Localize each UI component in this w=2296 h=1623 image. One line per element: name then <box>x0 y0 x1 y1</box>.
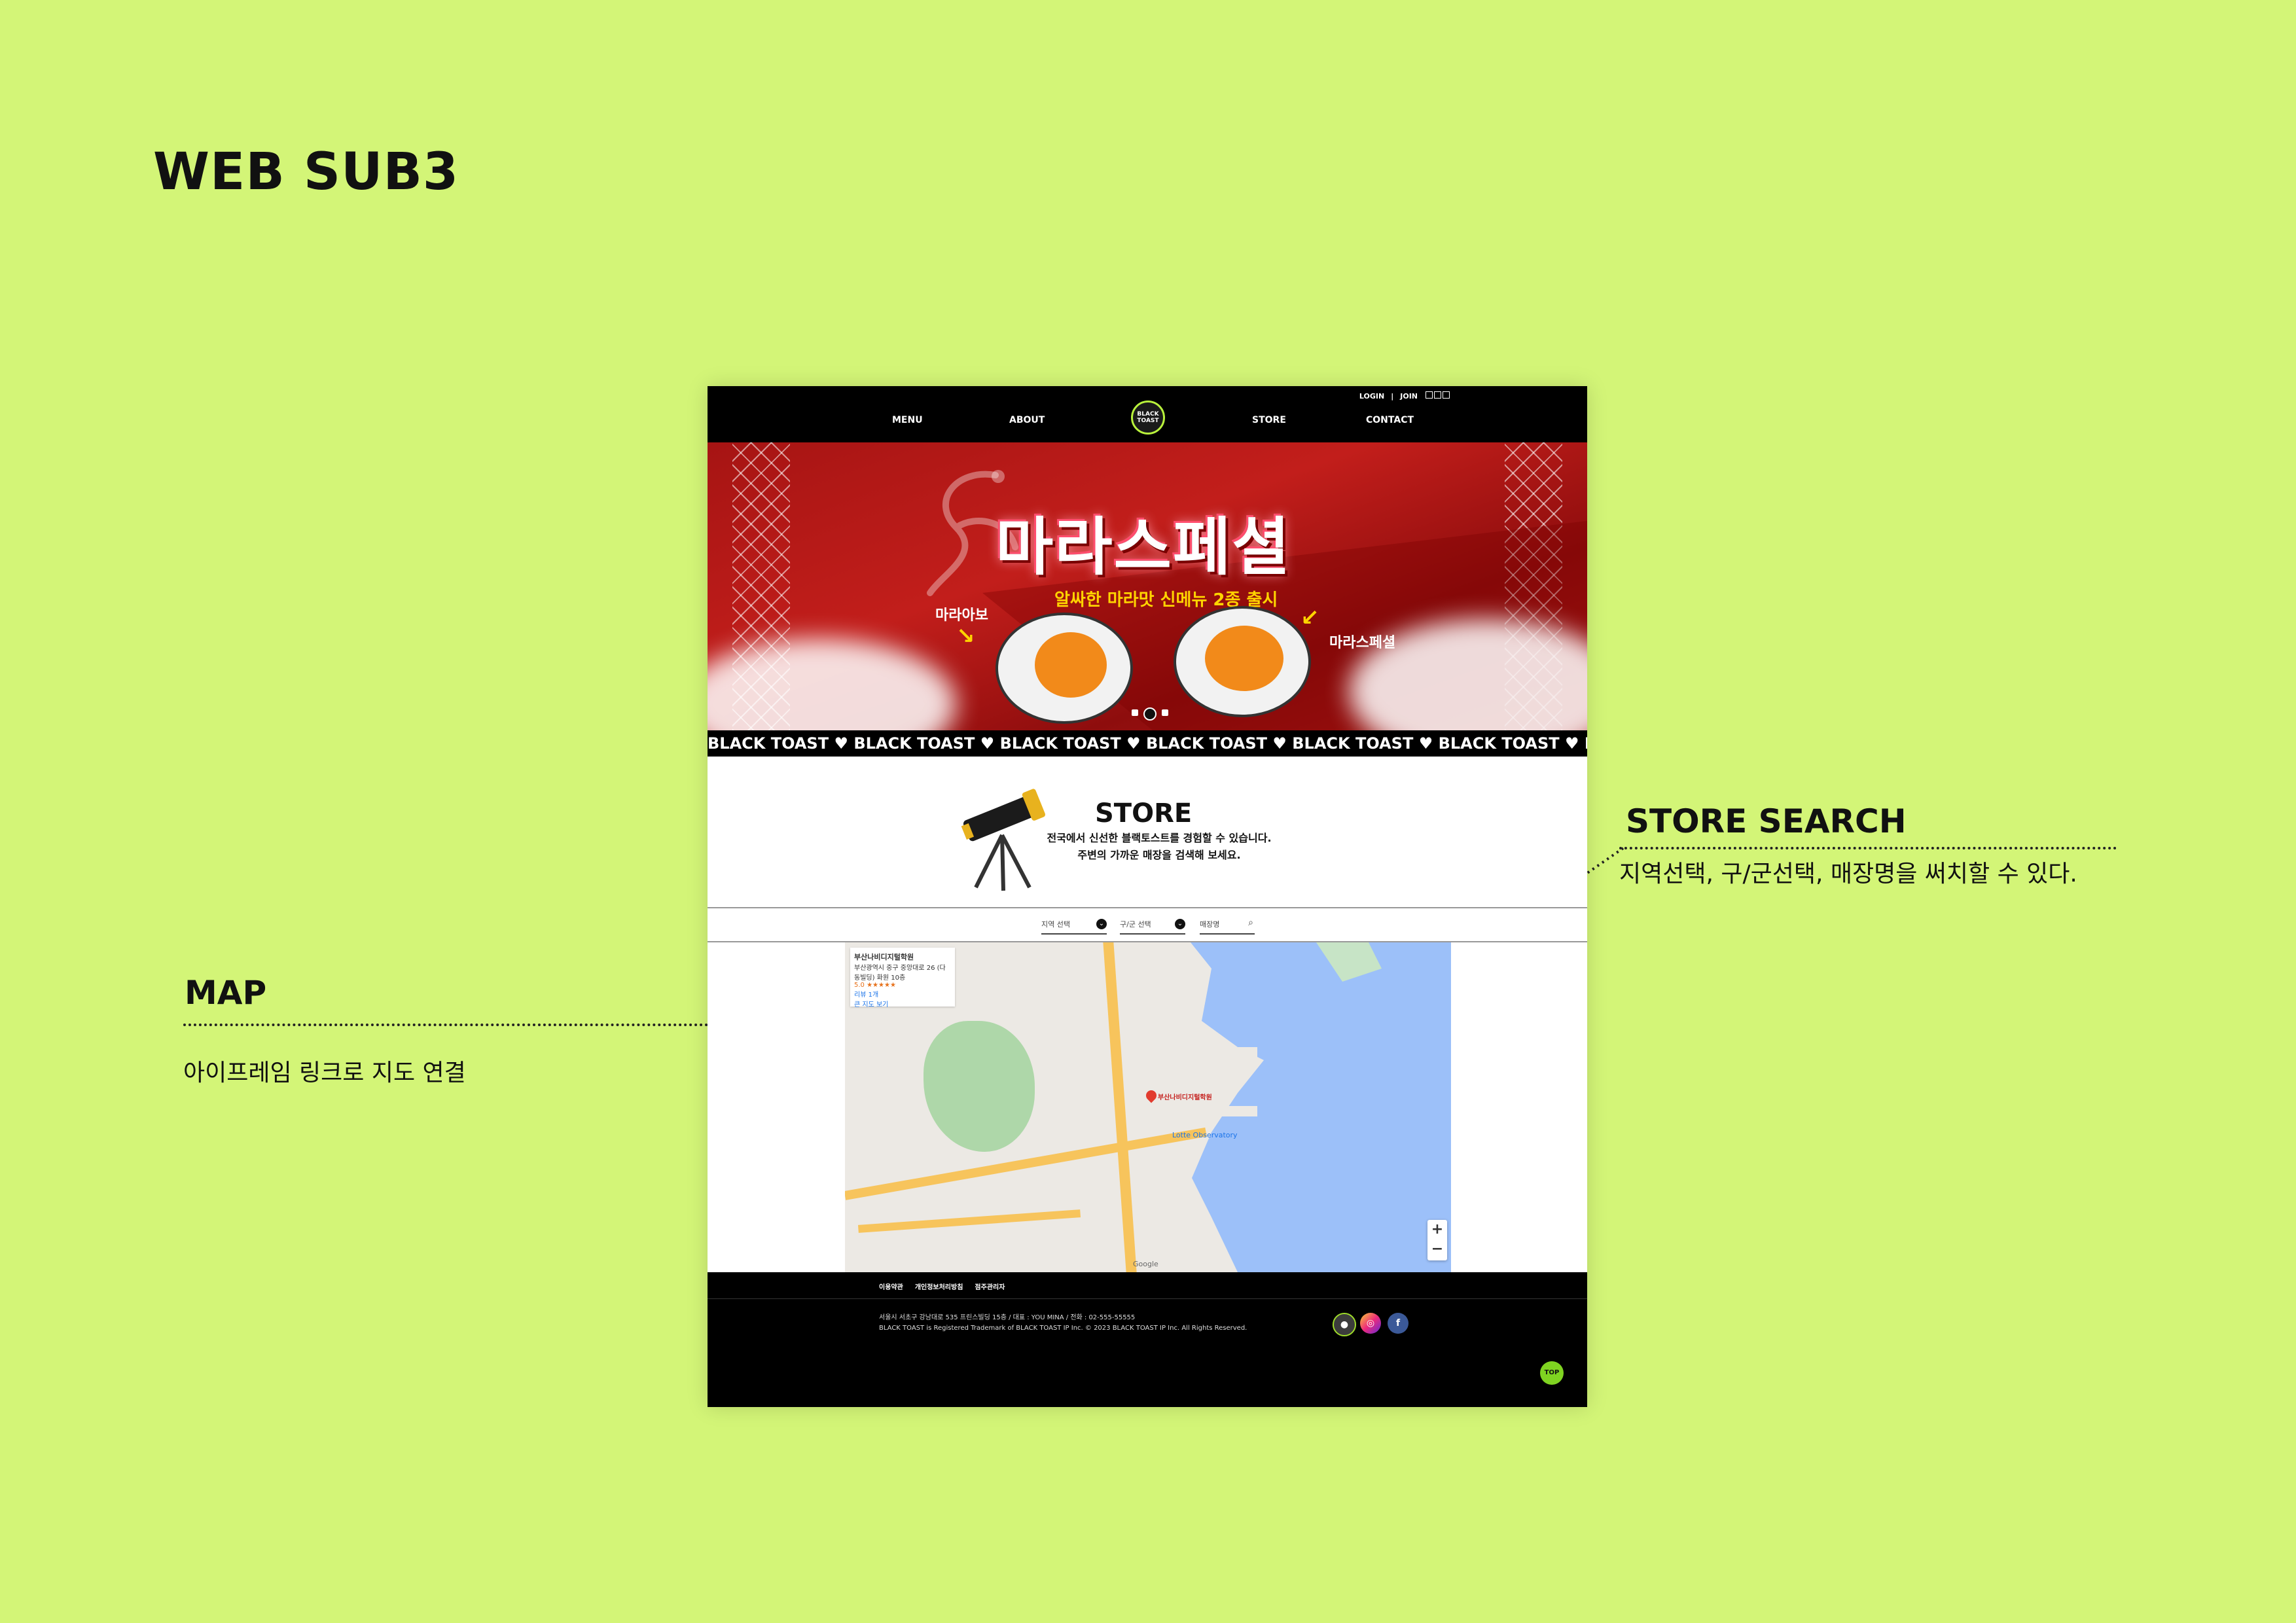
store-desc-line1: 전국에서 신선한 블랙토스트를 경험할 수 있습니다. <box>1047 832 1272 844</box>
map-annotation-title: MAP <box>185 974 267 1012</box>
chevron-down-icon[interactable]: ⌄ <box>1175 919 1185 929</box>
chevron-down-icon[interactable]: ⌄ <box>1096 919 1107 929</box>
zoom-out-button[interactable]: − <box>1427 1240 1447 1259</box>
footer-copyright: BLACK TOAST is Registered Trademark of B… <box>879 1325 1247 1332</box>
website-mockup: LOGIN | JOIN MENU ABOUT BLACK TOAST STOR… <box>708 386 1587 1407</box>
hero-banner: 마라스페셜 알싸한 마라맛 신메뉴 2종 출시 마라아보 ↘ 마라스페셜 ↙ <box>708 442 1587 730</box>
google-logo: Google <box>1133 1260 1158 1268</box>
brand-social-icon[interactable]: ● <box>1333 1313 1356 1336</box>
map-pin-label: 부산나비디지털학원 <box>1158 1094 1212 1101</box>
page-title: WEB SUB3 <box>153 143 459 202</box>
store-search-annotation-title: STORE SEARCH <box>1626 802 1907 840</box>
util-icons <box>1424 391 1450 401</box>
slide-dot-active[interactable] <box>1143 707 1157 721</box>
footer-link-owner[interactable]: 점주관리자 <box>975 1281 1005 1291</box>
store-desc-line2: 주변의 가까운 매장을 검색해 보세요. <box>1077 849 1241 861</box>
nav-store[interactable]: STORE <box>1252 415 1286 425</box>
slide-dot[interactable] <box>1132 709 1138 716</box>
scroll-top-button[interactable]: TOP <box>1540 1361 1564 1385</box>
district-select[interactable]: 구/군 선택 ⌄ <box>1120 919 1185 935</box>
arrow-down-right-icon: ↘ <box>956 623 975 649</box>
footer-links: 이용약관 개인정보처리방침 점주관리자 <box>879 1281 1005 1291</box>
login-link[interactable]: LOGIN <box>1359 392 1384 401</box>
store-intro-section: STORE 전국에서 신선한 블랙토스트를 경험할 수 있습니다. 주변의 가까… <box>708 757 1587 907</box>
region-select[interactable]: 지역 선택 ⌄ <box>1041 919 1107 935</box>
footer-divider <box>708 1298 1587 1299</box>
egg-yolk-left <box>1035 632 1107 698</box>
bigger-map-link[interactable]: 큰 지도 보기 <box>854 999 951 1008</box>
brand-ticker: BLACK TOAST ♥ BLACK TOAST ♥ BLACK TOAST … <box>708 730 1587 757</box>
footer-link-privacy[interactable]: 개인정보처리방침 <box>915 1281 963 1291</box>
slide-dot[interactable] <box>1162 709 1168 716</box>
instagram-icon[interactable]: ◎ <box>1360 1313 1381 1334</box>
join-link[interactable]: JOIN <box>1400 392 1418 401</box>
arrow-down-left-icon: ↙ <box>1300 605 1319 631</box>
store-search-annotation-desc: 지역선택, 구/군선택, 매장명을 써치할 수 있다. <box>1619 861 2077 887</box>
map-annotation-desc: 아이프레임 링크로 지도 연결 <box>183 1060 466 1086</box>
nav-menu[interactable]: MENU <box>892 415 923 425</box>
map-zoom-control: + − <box>1427 1220 1447 1260</box>
ticker-text: BLACK TOAST ♥ BLACK TOAST ♥ BLACK TOAST … <box>708 734 1587 753</box>
district-select-label: 구/군 선택 <box>1120 920 1151 929</box>
util-separator: | <box>1391 391 1394 401</box>
store-name-input[interactable]: 매장명 ⌕ <box>1200 918 1255 935</box>
footer-link-terms[interactable]: 이용약관 <box>879 1281 903 1291</box>
map-landmark-label: Lotte Observatory <box>1172 1131 1238 1139</box>
map-place-name: 부산나비디지털학원 <box>854 953 914 961</box>
site-header: LOGIN | JOIN MENU ABOUT BLACK TOAST STOR… <box>708 386 1587 442</box>
store-section-desc: 전국에서 신선한 블랙토스트를 경험할 수 있습니다. 주변의 가까운 매장을 … <box>1022 830 1297 864</box>
square-icon[interactable] <box>1443 391 1450 399</box>
map-place-rating: 5.0 ★★★★★ <box>854 982 896 989</box>
nav-contact[interactable]: CONTACT <box>1366 415 1414 425</box>
site-footer: 이용약관 개인정보처리방침 점주관리자 서울시 서초구 강남대로 535 프린스… <box>708 1272 1587 1407</box>
map-place-card[interactable]: 부산나비디지털학원 부산광역시 중구 중앙대로 26 (다동빌딩) 화원 10층… <box>850 948 955 1008</box>
egg-yolk-right <box>1205 626 1283 691</box>
zoom-in-button[interactable]: + <box>1427 1220 1447 1240</box>
store-search-bar: 지역 선택 ⌄ 구/군 선택 ⌄ 매장명 ⌕ <box>708 907 1587 942</box>
square-icon[interactable] <box>1434 391 1441 399</box>
brand-logo[interactable]: BLACK TOAST <box>1131 401 1165 435</box>
map-place-address: 부산광역시 중구 중앙대로 26 (다동빌딩) 화원 10층 <box>854 965 946 982</box>
store-name-placeholder: 매장명 <box>1200 920 1220 929</box>
footer-address: 서울시 서초구 강남대로 535 프린스빌딩 15층 / 대표 : YOU MI… <box>879 1314 1136 1321</box>
square-icon[interactable] <box>1426 391 1433 399</box>
map-annotation-line <box>183 1024 708 1026</box>
banner-label-left: 마라아보 <box>935 607 988 624</box>
search-icon[interactable]: ⌕ <box>1248 918 1253 928</box>
map-place-reviews[interactable]: 리뷰 1개 <box>854 989 951 999</box>
store-search-annotation-line <box>1619 847 2117 849</box>
facebook-icon[interactable]: f <box>1388 1313 1408 1334</box>
store-section-title: STORE <box>1095 798 1193 829</box>
footer-company-info: 서울시 서초구 강남대로 535 프린스빌딩 15층 / 대표 : YOU MI… <box>879 1313 1247 1334</box>
banner-label-right: 마라스페셜 <box>1329 635 1396 651</box>
utility-links: LOGIN | JOIN <box>1359 391 1450 401</box>
nav-about[interactable]: ABOUT <box>1009 415 1045 425</box>
logo-text: BLACK TOAST <box>1137 411 1159 424</box>
store-map-iframe[interactable]: 부산나비디지털학원 부산광역시 중구 중앙대로 26 (다동빌딩) 화원 10층… <box>845 942 1451 1272</box>
slide-indicators <box>1132 707 1168 721</box>
region-select-label: 지역 선택 <box>1041 920 1070 929</box>
banner-title: 마라스페셜 <box>996 510 1291 584</box>
